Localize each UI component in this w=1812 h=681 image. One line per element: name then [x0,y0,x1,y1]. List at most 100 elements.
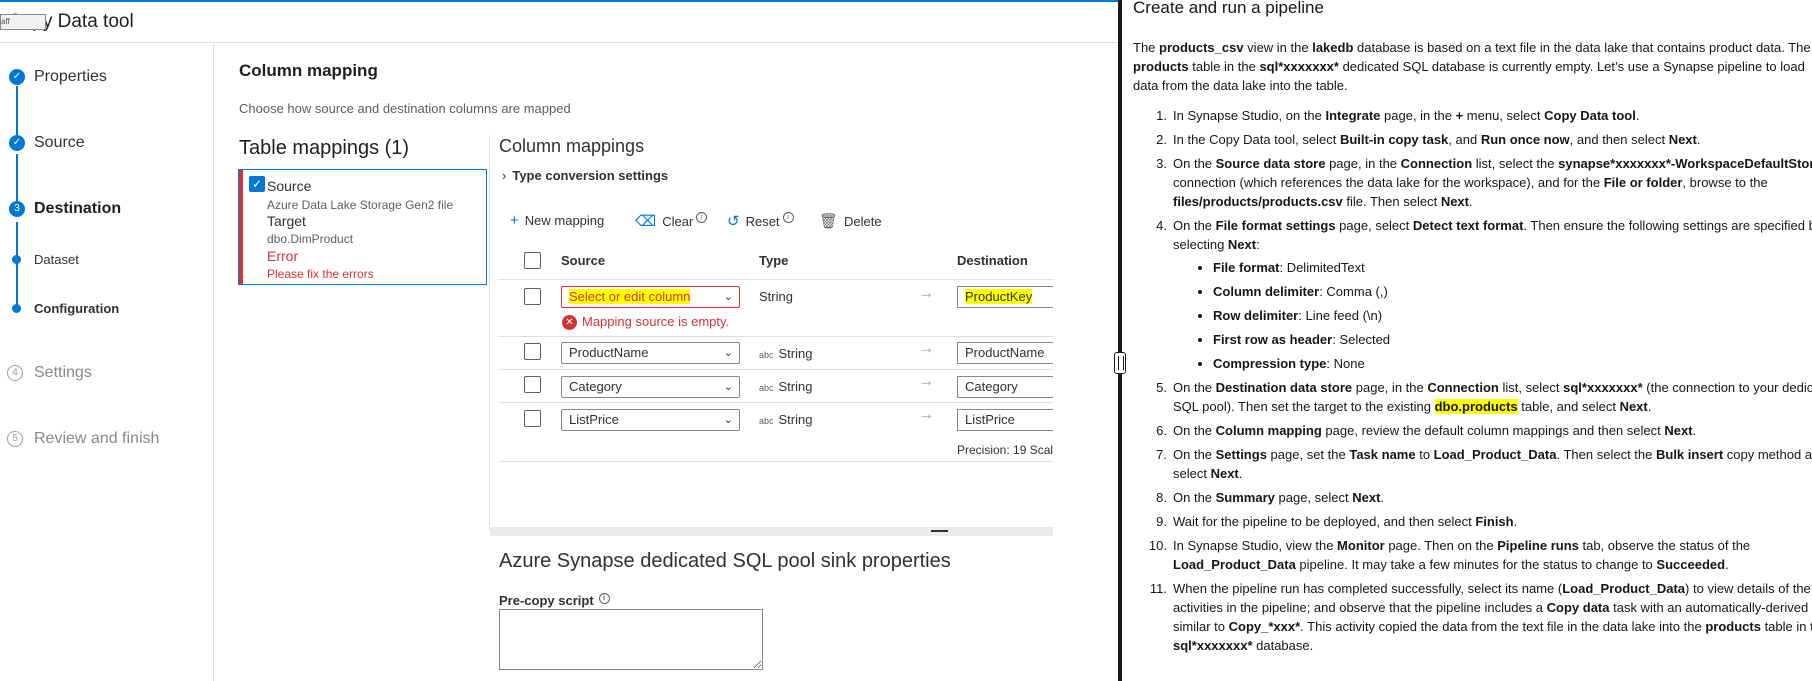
bold-text: Bulk insert [1655,447,1724,462]
bold-text: Next [1352,490,1381,505]
bold-text: Summary [1215,490,1275,505]
trash-icon: 🗑 [819,213,839,230]
instruction-step: On the Settings page, set the Task name … [1137,445,1812,483]
text-run: connection (which references the data la… [1173,175,1604,190]
info-icon[interactable]: i [782,212,794,223]
abc-type-icon: abc [759,416,774,426]
setting-value: : Comma (,) [1319,284,1388,299]
checkbox-checked-icon[interactable]: ✓ [249,176,265,192]
arrow-right-icon: → [918,406,934,423]
reset-label: Reset [745,214,780,229]
source-column-dropdown[interactable]: Category ⌄ [561,376,740,398]
bold-text: Run once now [1480,132,1570,147]
destination-column-field[interactable]: ProductKey [957,286,1053,308]
row-checkbox[interactable] [524,410,541,427]
select-all-checkbox[interactable] [524,252,541,269]
bold-text: Monitor [1337,538,1385,553]
text-run: : [1256,237,1260,252]
source-column-dropdown[interactable]: Select or edit column ⌄ [561,286,740,308]
text-run: database is based on a text file in the … [1353,40,1811,55]
source-column-dropdown[interactable]: ListPrice ⌄ [561,409,740,431]
pane-splitter[interactable] [490,527,1053,536]
copy-data-tool-panel: Copy Data tool aff ✓ Properties ✓ Source… [0,0,1118,681]
instructions-title: Create and run a pipeline [1133,0,1324,17]
clear-label: Clear [662,214,694,229]
bold-text: Next [1440,194,1469,209]
delete-label: Delete [844,214,882,229]
text-run: . [1380,490,1385,505]
text-run: When the pipeline run has completed succ… [1173,581,1563,596]
file-format-settings-list: File format: DelimitedText Column delimit… [1173,258,1812,373]
destination-column-field[interactable]: Category [957,376,1053,398]
step-source[interactable]: Source [34,134,85,152]
destination-column-field[interactable]: ListPrice [957,409,1053,431]
text-run: , and then select [1569,132,1669,147]
bold-text: Next [1227,237,1257,252]
precopy-script-input[interactable] [499,609,763,670]
resize-grip-icon[interactable] [1114,352,1126,374]
setting-key: Column delimiter [1213,284,1320,299]
row-checkbox[interactable] [524,343,541,360]
collapsed-tab[interactable]: aff [0,14,46,30]
info-icon[interactable]: i [598,593,610,604]
reset-button[interactable]: ↺ Reset i [727,212,794,230]
text-run: . [1725,557,1729,572]
text-run: page, in the [1325,156,1401,171]
text-run: On the [1173,447,1216,462]
instruction-step: On the Column mapping page, review the d… [1137,421,1812,440]
text-run: . Then select the [1556,447,1656,462]
source-column-dropdown[interactable]: ProductName ⌄ [561,342,740,364]
new-mapping-button[interactable]: + New mapping [510,212,604,229]
text-run: . [1513,514,1518,529]
arrow-right-icon: → [918,340,934,357]
destination-column-field[interactable]: ProductName [957,342,1053,364]
instruction-step: On the Destination data store page, in t… [1137,378,1812,416]
text-run: On the [1173,423,1216,438]
delete-button[interactable]: 🗑 Delete [819,212,882,230]
setting-value: : None [1326,356,1365,371]
bold-text: Built-in copy task [1339,132,1449,147]
row-divider [499,402,1053,403]
setting-item: Compression type: None [1213,354,1812,373]
row-checkbox[interactable] [524,376,541,393]
substep-dataset[interactable]: Dataset [34,252,79,267]
step-destination[interactable]: Destination [34,200,121,218]
arrow-right-icon: → [918,285,934,302]
step-review-and-finish[interactable]: Review and finish [34,430,159,448]
info-icon[interactable]: i [696,212,708,223]
table-mapping-card[interactable]: ✓ Source Azure Data Lake Storage Gen2 fi… [238,169,487,285]
header-type: Type [759,253,789,268]
text-run: In Synapse Studio, on the [1173,108,1326,123]
text-run: tab, observe the status of the [1578,538,1751,553]
type-value: String [778,346,813,361]
arrow-right-icon: → [918,373,934,390]
bold-text: Destination data store [1215,380,1353,395]
type-conversion-toggle[interactable]: › Type conversion settings [502,168,668,183]
bold-text: Column mapping [1215,423,1322,438]
bold-text: products [1133,59,1189,74]
bold-text: sql*xxxxxxx* [1259,59,1339,74]
instructions-intro: The products_csv view in the lakedb data… [1133,38,1812,95]
text-run: In Synapse Studio, view the [1173,538,1338,553]
row-checkbox[interactable] [524,288,541,305]
step-properties[interactable]: Properties [34,68,107,86]
clear-button[interactable]: ⌫ Clear i [635,212,708,230]
type-conversion-label: Type conversion settings [512,168,669,183]
setting-value: : Selected [1332,332,1391,347]
text-run: table, and select [1517,399,1620,414]
precopy-script-label: Pre-copy script i [499,593,610,608]
plus-icon: + [510,212,519,229]
text-run: On the [1173,490,1216,505]
text-run: page, select [1335,218,1413,233]
bold-text: File or folder [1603,175,1683,190]
step-settings[interactable]: Settings [34,364,92,382]
step-number-icon: 4 [7,365,23,381]
substep-configuration[interactable]: Configuration [34,301,119,316]
setting-value: : Line feed (\n) [1298,308,1383,323]
text-run: , and [1448,132,1481,147]
setting-key: First row as header [1213,332,1333,347]
eraser-icon: ⌫ [635,213,657,230]
row-divider [499,369,1053,370]
splitter-handle-icon[interactable] [931,530,948,532]
bold-text: Copy Data tool [1544,108,1636,123]
